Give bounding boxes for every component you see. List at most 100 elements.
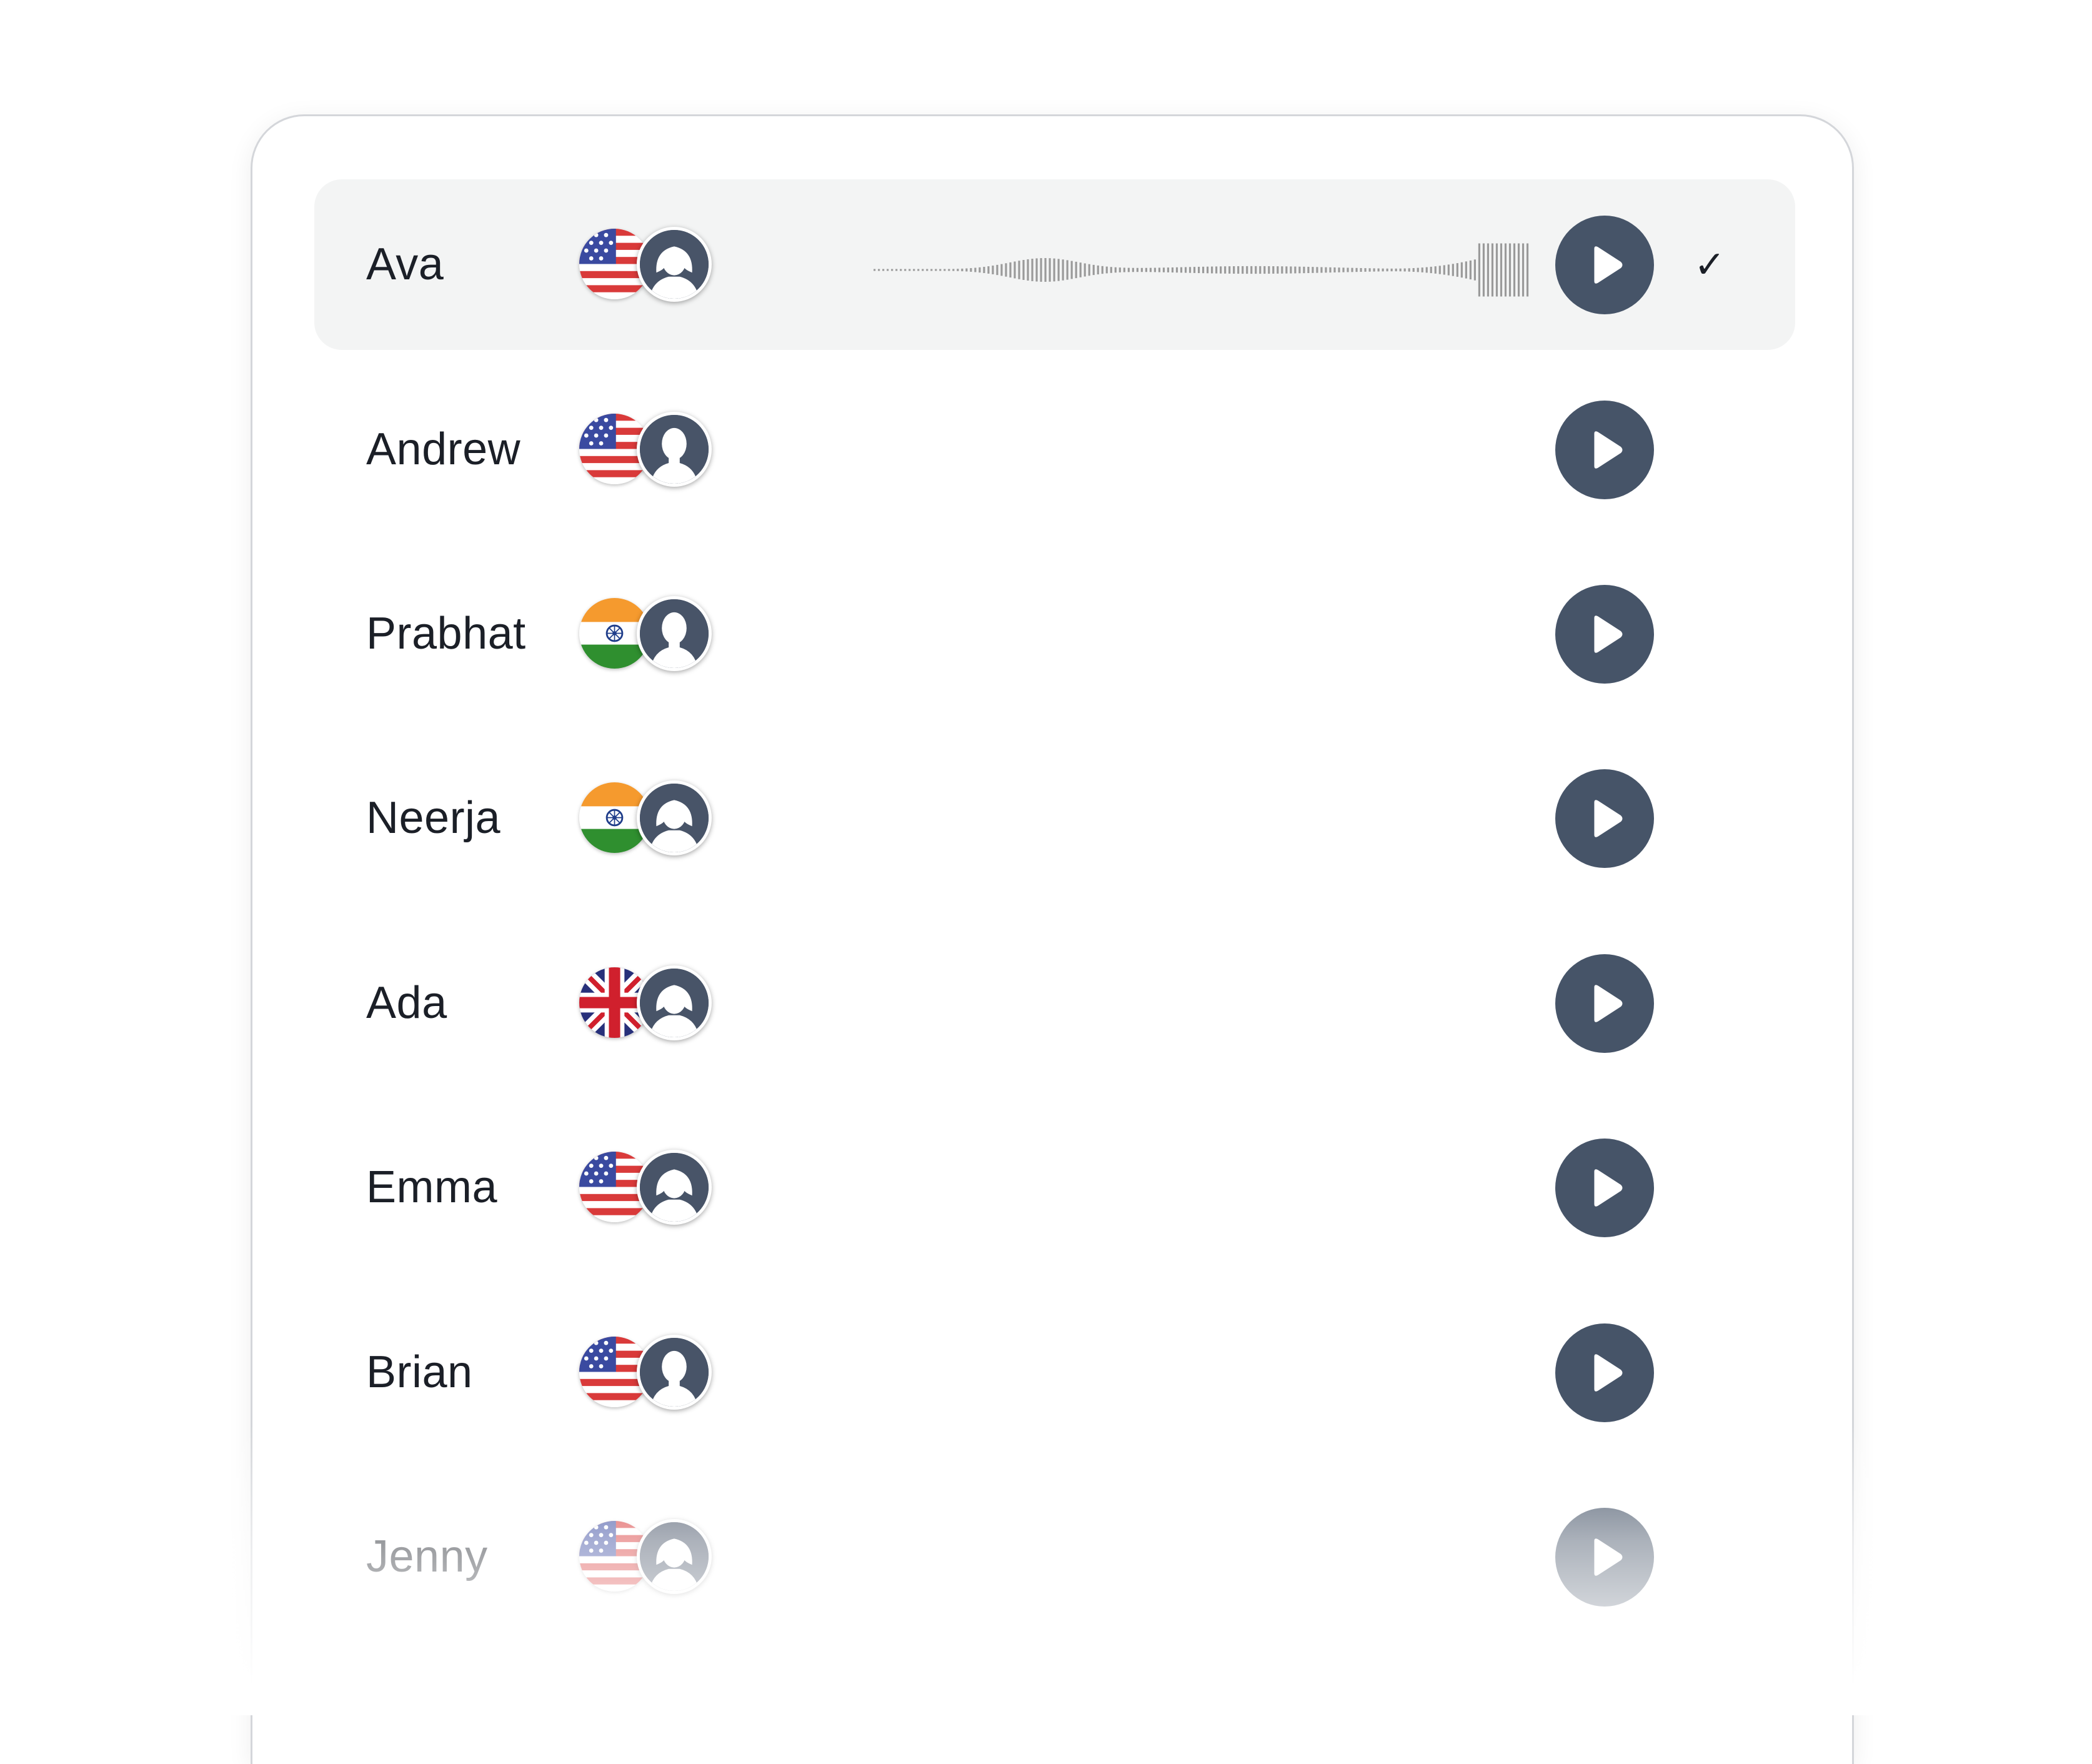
play-icon — [1582, 612, 1627, 657]
play-button[interactable] — [1555, 1508, 1654, 1607]
checkmark-icon: ✓ — [1694, 244, 1726, 286]
play-button[interactable] — [1555, 585, 1654, 684]
play-button[interactable] — [1555, 401, 1654, 499]
waveform-bar — [1386, 268, 1388, 272]
waveform-bar — [970, 268, 972, 272]
waveform-bar — [1438, 266, 1441, 274]
play-button[interactable] — [1555, 954, 1654, 1053]
waveform-bar — [965, 268, 968, 272]
waveform-bar — [996, 264, 999, 276]
play-button[interactable] — [1555, 769, 1654, 868]
voice-row-brian[interactable]: Brian — [314, 1287, 1795, 1458]
waveform-bar — [1294, 266, 1297, 274]
waveform-bar — [1421, 267, 1423, 272]
waveform-bar — [1395, 268, 1397, 272]
waveform-bar — [1040, 258, 1042, 282]
waveform-bar — [1500, 243, 1503, 297]
waveform-bar — [930, 269, 933, 271]
waveform-bar — [1316, 267, 1318, 273]
waveform-bar — [1285, 266, 1288, 274]
waveform-bar — [1062, 259, 1064, 281]
play-icon — [1582, 1535, 1627, 1580]
waveform-bar — [957, 269, 959, 271]
waveform-bar — [1118, 267, 1121, 272]
waveform-bar — [1140, 267, 1143, 272]
waveform-bar — [1145, 267, 1147, 272]
waveform-bar — [979, 267, 981, 273]
waveform-bar — [874, 269, 876, 271]
female-avatar-icon — [637, 780, 712, 855]
waveform-bar — [1452, 264, 1454, 276]
waveform-bar — [1171, 267, 1174, 273]
waveform-bar — [887, 269, 889, 271]
play-icon — [1582, 242, 1627, 287]
waveform-bar — [917, 269, 920, 271]
waveform-bar — [1403, 268, 1406, 272]
waveform-bar — [1197, 266, 1200, 274]
voice-row-jenny[interactable]: Jenny — [314, 1472, 1795, 1642]
waveform-bar — [987, 266, 990, 274]
voice-name: Andrew — [366, 424, 521, 474]
waveform-bar — [983, 267, 985, 273]
voice-name: Ava — [366, 239, 444, 289]
waveform-bar — [1495, 243, 1498, 297]
waveform-bar — [1364, 268, 1367, 272]
waveform-bar — [1053, 258, 1055, 282]
waveform-bar — [1382, 268, 1384, 272]
waveform-bar — [1338, 267, 1340, 272]
voice-row-ava[interactable]: Ava ✓ — [314, 179, 1795, 350]
voice-name: Brian — [366, 1347, 473, 1397]
waveform-bar — [1408, 268, 1410, 272]
waveform-bar — [1342, 267, 1345, 272]
male-avatar-icon — [637, 596, 712, 671]
waveform-bar — [1083, 263, 1086, 277]
waveform-bar — [1123, 267, 1125, 272]
waveform-bar — [878, 269, 880, 271]
waveform-bar — [1233, 266, 1235, 274]
waveform-bar — [1162, 267, 1165, 272]
waveform-bar — [1136, 267, 1138, 272]
waveform-bar — [948, 269, 950, 271]
play-button[interactable] — [1555, 1323, 1654, 1422]
waveform-bar — [935, 269, 937, 271]
play-button[interactable] — [1555, 1139, 1654, 1237]
waveform-bar — [939, 269, 942, 271]
voice-row-andrew[interactable]: Andrew — [314, 364, 1795, 535]
waveform-bar — [1491, 243, 1494, 297]
waveform-bar — [1057, 259, 1060, 281]
waveform-bar — [1522, 243, 1525, 297]
play-icon — [1582, 796, 1627, 841]
voice-name: Ada — [366, 978, 447, 1028]
waveform-bar — [1373, 268, 1375, 272]
waveform-bar — [1224, 266, 1227, 274]
waveform-bar — [1417, 267, 1419, 272]
waveform-bar — [1246, 266, 1248, 274]
waveform-bar — [1193, 267, 1196, 273]
waveform-bar — [1430, 266, 1432, 274]
waveform-bar — [1158, 267, 1161, 272]
waveform-bar — [944, 269, 946, 271]
waveform-bar — [1018, 261, 1020, 279]
voice-row-neerja[interactable]: Neerja — [314, 733, 1795, 904]
play-button[interactable] — [1555, 216, 1654, 314]
voice-row-prabhat[interactable]: Prabhat — [314, 549, 1795, 719]
waveform-bar — [922, 269, 924, 271]
waveform-bar — [1220, 266, 1222, 274]
waveform-bar — [1399, 268, 1402, 272]
waveform-bar — [1044, 257, 1047, 282]
play-icon — [1582, 1350, 1627, 1395]
waveform-bar — [1268, 266, 1270, 274]
waveform-bar — [1167, 267, 1170, 272]
waveform-bar — [1180, 267, 1183, 273]
waveform-bar — [1101, 266, 1103, 274]
waveform-bar — [1207, 266, 1209, 274]
waveform-bar — [1469, 260, 1472, 280]
waveform-bar — [1027, 259, 1029, 281]
voice-row-ada[interactable]: Ada — [314, 918, 1795, 1089]
voice-row-emma[interactable]: Emma — [314, 1102, 1795, 1273]
waveform-bar — [1465, 261, 1467, 279]
waveform-bar — [1202, 266, 1205, 274]
waveform-bar — [1075, 261, 1077, 279]
waveform-bar — [1482, 243, 1485, 297]
waveform-bar — [1149, 267, 1152, 272]
